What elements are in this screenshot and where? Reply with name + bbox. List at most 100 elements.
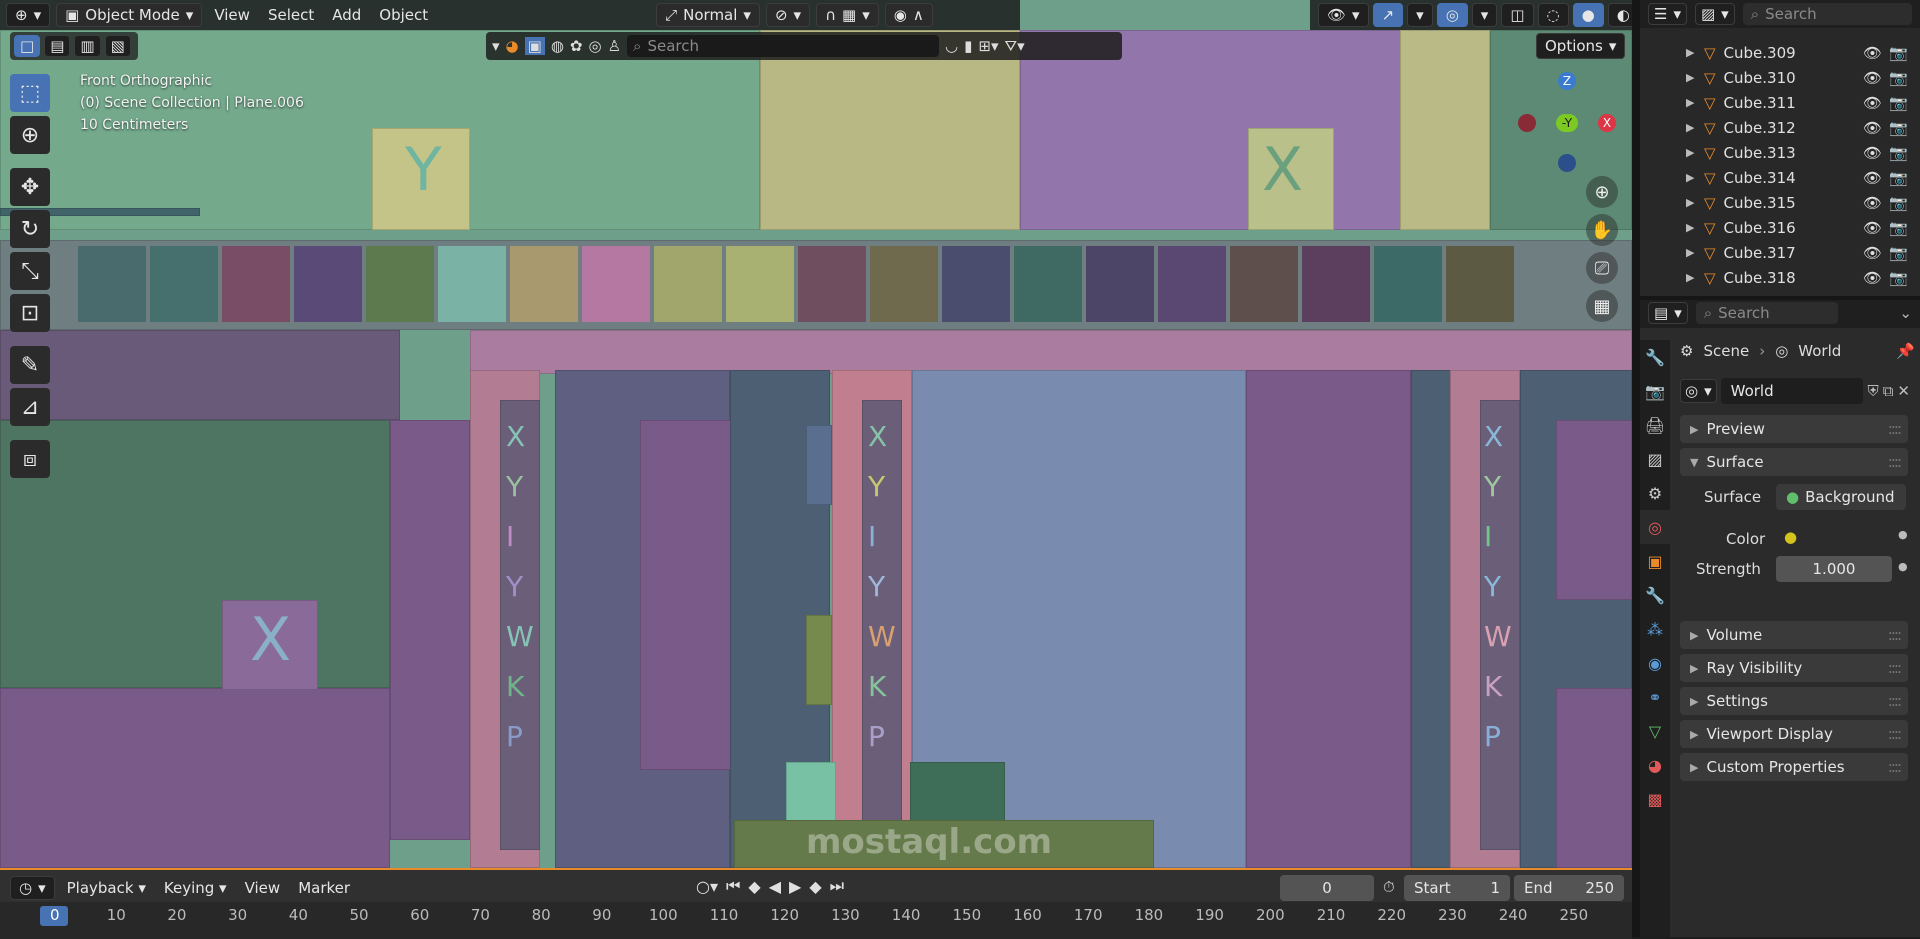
tool-annotate[interactable]: ✎ [10, 346, 50, 384]
outliner-search-input[interactable]: ⌕ Search [1742, 3, 1912, 25]
keyframe-dot-icon[interactable]: ● [1898, 528, 1908, 541]
color-wheel-icon[interactable]: ◕ [506, 37, 519, 55]
chevron-right-icon[interactable]: ▶ [1686, 46, 1694, 59]
tool-rotate[interactable]: ↻ [10, 210, 50, 248]
panel-settings[interactable]: ▶ Settings:::: [1680, 687, 1908, 715]
outliner-row[interactable]: ▶ ▽ Cube.309 👁 📷 [1640, 40, 1920, 65]
proportional-edit-button[interactable]: ◉ ∧ [884, 3, 933, 27]
mode-dropdown[interactable]: ▣ Object Mode ▾ [56, 3, 203, 27]
tab-constraints[interactable]: ⚭ [1640, 680, 1670, 714]
tab-output[interactable]: 🖨 [1640, 408, 1670, 442]
properties-editor-type[interactable]: ▤ ▾ [1648, 302, 1688, 324]
3d-viewport[interactable]: Y X X X Y I Y W K P X Y I Y W K P X Y I … [0, 0, 1632, 868]
layout-icon[interactable]: ⊞▾ [978, 37, 998, 55]
camera-icon[interactable]: 📷 [1889, 144, 1908, 162]
next-keyframe-icon[interactable]: ◆ [809, 877, 821, 896]
eye-icon[interactable]: 👁 [1863, 169, 1882, 187]
camera-icon[interactable]: 📷 [1889, 94, 1908, 112]
tab-view-layer[interactable]: ▨ [1640, 442, 1670, 476]
chevron-down-icon[interactable]: ▾ [492, 37, 500, 55]
overlay-dropdown[interactable]: ▾ [1471, 3, 1498, 27]
grip-icon[interactable]: :::: [1888, 453, 1902, 471]
chevron-right-icon[interactable]: ▶ [1686, 221, 1694, 234]
area-divider-vertical[interactable] [1632, 0, 1640, 937]
tab-render[interactable]: 📷 [1640, 374, 1670, 408]
chevron-right-icon[interactable]: ▶ [1686, 71, 1694, 84]
jump-start-icon[interactable]: ⏮ [726, 876, 740, 896]
camera-icon[interactable]: 📷 [1889, 44, 1908, 62]
camera-icon[interactable]: 📷 [1889, 219, 1908, 237]
shading-solid[interactable]: ● [1572, 3, 1604, 27]
menu-select[interactable]: Select [262, 6, 320, 24]
end-frame-field[interactable]: End 250 [1514, 875, 1624, 901]
tab-world[interactable]: ◎ [1640, 510, 1670, 544]
camera-icon[interactable]: 📷 [1889, 169, 1908, 187]
tool-scale[interactable]: ⤡ [10, 252, 50, 290]
panel-preview[interactable]: ▶ Preview:::: [1680, 415, 1908, 443]
breadcrumb-world[interactable]: World [1798, 342, 1841, 360]
outliner-editor-type[interactable]: ☰ ▾ [1648, 3, 1687, 25]
outliner-row[interactable]: ▶ ▽ Cube.314 👁 📷 [1640, 165, 1920, 190]
sphere-icon[interactable]: ◍ [551, 37, 564, 55]
select-invert-button[interactable]: ▧ [104, 35, 131, 57]
panel-ray-visibility[interactable]: ▶ Ray Visibility:::: [1680, 654, 1908, 682]
eye-icon[interactable]: 👁 [1863, 244, 1882, 262]
camera-icon[interactable]: 📷 [1889, 194, 1908, 212]
grip-icon[interactable]: :::: [1888, 692, 1902, 710]
snap-dropdown[interactable]: ∩ ▦ ▾ [816, 3, 879, 27]
outliner-row[interactable]: ▶ ▽ Cube.312 👁 📷 [1640, 115, 1920, 140]
navigation-gizmo[interactable]: Z -Y X [1516, 72, 1616, 172]
chevron-right-icon[interactable]: ▶ [1686, 271, 1694, 284]
perspective-toggle-button[interactable]: ▦ [1586, 290, 1618, 322]
overlay-toggle[interactable]: ◎ [1436, 3, 1468, 27]
surface-shader-field[interactable]: ● Background [1776, 484, 1906, 510]
filter-icon[interactable]: ⛛▾ [1005, 37, 1025, 55]
bookmark-icon[interactable]: ▮ [964, 37, 972, 55]
tab-object[interactable]: ▣ [1640, 544, 1670, 578]
play-icon[interactable]: ▶ [789, 877, 801, 896]
panel-surface[interactable]: ▼ Surface:::: [1680, 448, 1908, 476]
particles-icon[interactable]: ✿ [570, 37, 583, 55]
chevron-right-icon[interactable]: ▶ [1686, 96, 1694, 109]
tab-physics[interactable]: ◉ [1640, 646, 1670, 680]
play-reverse-icon[interactable]: ◀ [769, 877, 781, 896]
tool-move[interactable]: ✥ [10, 168, 50, 206]
jump-end-icon[interactable]: ⏭ [830, 876, 844, 896]
tab-texture[interactable]: ▩ [1640, 782, 1670, 816]
panel-viewport-display[interactable]: ▶ Viewport Display:::: [1680, 720, 1908, 748]
transform-orientation-dropdown[interactable]: ⤢ Normal ▾ [656, 3, 760, 27]
tab-material[interactable]: ◕ [1640, 748, 1670, 782]
close-icon[interactable]: ✕ [1897, 382, 1910, 400]
outliner-row[interactable]: ▶ ▽ Cube.317 👁 📷 [1640, 240, 1920, 265]
start-frame-field[interactable]: Start 1 [1404, 875, 1510, 901]
chevron-right-icon[interactable]: ▶ [1686, 246, 1694, 259]
options-button[interactable]: Options ▾ [1536, 33, 1626, 59]
cube-filter-icon[interactable]: ▣ [524, 37, 545, 55]
editor-type-button[interactable]: ⊕ ▾ [6, 3, 51, 27]
eye-icon[interactable]: 👁 [1863, 94, 1882, 112]
outliner-row[interactable]: ▶ ▽ Cube.318 👁 📷 [1640, 265, 1920, 290]
pan-button[interactable]: ✋ [1586, 214, 1618, 246]
gizmo-neg-x[interactable] [1518, 114, 1536, 132]
chevron-right-icon[interactable]: ▶ [1686, 121, 1694, 134]
outliner-row[interactable]: ▶ ▽ Cube.310 👁 📷 [1640, 65, 1920, 90]
menu-view[interactable]: View [208, 6, 256, 24]
pin-icon[interactable]: 📌 [1896, 342, 1915, 360]
xray-toggle[interactable]: ◫ [1501, 3, 1534, 27]
camera-view-button[interactable]: ⎚ [1586, 252, 1618, 284]
grip-icon[interactable]: :::: [1888, 420, 1902, 438]
eye-icon[interactable]: 👁 [1863, 119, 1882, 137]
menu-playback[interactable]: Playback ▾ [61, 879, 152, 897]
menu-marker[interactable]: Marker [292, 879, 356, 897]
select-extend-button[interactable]: ▤ [44, 35, 71, 57]
color-swatch-field[interactable]: ● [1776, 524, 1892, 550]
stopwatch-icon[interactable]: ⏱ [1383, 878, 1395, 896]
tool-add-cube[interactable]: ⧈ [10, 440, 50, 478]
texture-icon[interactable]: ♙ [608, 37, 621, 55]
menu-timeline-view[interactable]: View [239, 879, 287, 897]
display-mode-dropdown[interactable]: ▨ ▾ [1694, 3, 1735, 25]
camera-icon[interactable]: 📷 [1889, 244, 1908, 262]
eye-icon[interactable]: 👁 [1863, 219, 1882, 237]
zoom-button[interactable]: ⊕ [1586, 176, 1618, 208]
gizmo-x-axis[interactable]: X [1598, 114, 1616, 132]
